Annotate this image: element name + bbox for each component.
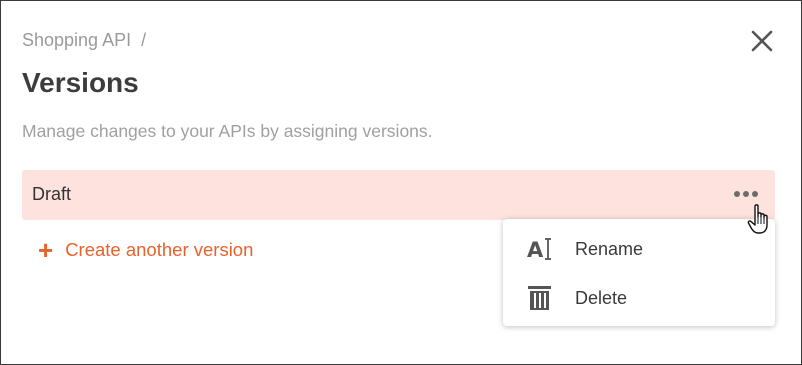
menu-item-label: Rename (575, 238, 644, 259)
create-version-button[interactable]: + Create another version (38, 235, 254, 265)
trash-icon (525, 283, 555, 313)
breadcrumb-separator: / (141, 30, 147, 50)
menu-item-rename[interactable]: A Rename (503, 225, 775, 273)
plus-icon: + (38, 235, 54, 265)
versions-panel: Shopping API / Versions Manage changes t… (0, 0, 802, 365)
close-button[interactable] (749, 28, 775, 54)
breadcrumb: Shopping API / (22, 30, 146, 51)
svg-text:A: A (527, 238, 544, 262)
page-title: Versions (22, 67, 139, 98)
rename-icon: A (525, 234, 555, 264)
context-menu: A Rename Delete (503, 219, 775, 326)
version-row-draft[interactable]: Draft (22, 170, 775, 220)
more-options-button[interactable] (732, 184, 762, 204)
close-icon (751, 30, 773, 52)
hand-cursor-icon (747, 204, 773, 236)
more-horizontal-icon (734, 191, 758, 197)
menu-item-label: Delete (575, 287, 628, 308)
create-version-label: Create another version (65, 239, 254, 260)
version-name: Draft (32, 184, 72, 204)
breadcrumb-parent[interactable]: Shopping API (22, 30, 131, 51)
menu-item-delete[interactable]: Delete (503, 274, 775, 322)
page-subtitle: Manage changes to your APIs by assigning… (22, 121, 433, 141)
